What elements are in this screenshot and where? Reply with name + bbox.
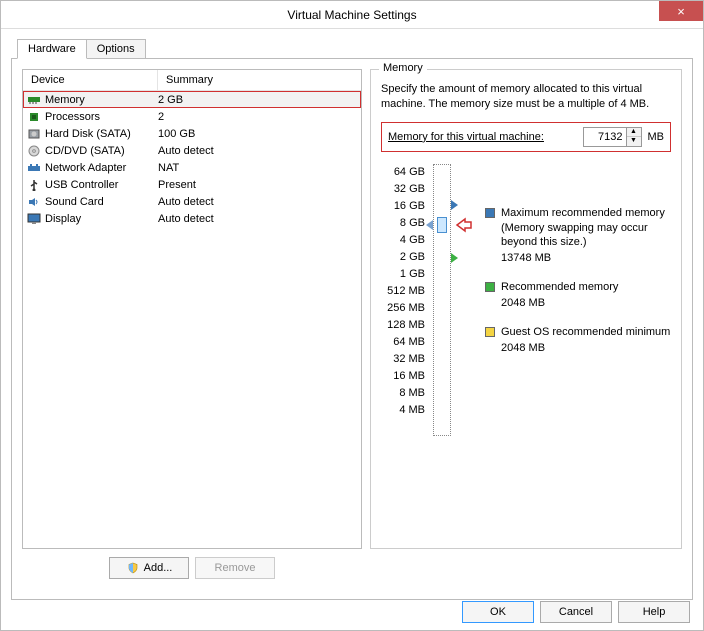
device-summary: Present xyxy=(158,179,357,191)
remove-button: Remove xyxy=(195,557,275,579)
slider-tick: 32 GB xyxy=(394,181,425,198)
slider-tick: 16 MB xyxy=(393,368,425,385)
remove-label: Remove xyxy=(215,562,256,574)
legend-max-value: 13748 MB xyxy=(501,252,671,264)
swatch-rec xyxy=(485,282,495,292)
slider-tick: 4 GB xyxy=(400,232,425,249)
slider-tick: 64 GB xyxy=(394,164,425,181)
slider-tick: 512 MB xyxy=(387,283,425,300)
memory-unit: MB xyxy=(648,131,665,143)
slider-tick: 8 MB xyxy=(399,385,425,402)
device-name: Sound Card xyxy=(45,196,104,208)
net-icon xyxy=(27,162,41,174)
legend-guest-value: 2048 MB xyxy=(501,342,671,354)
slider-thumb[interactable] xyxy=(437,217,447,233)
device-row-cd[interactable]: CD/DVD (SATA) Auto detect xyxy=(23,142,361,159)
memory-description: Specify the amount of memory allocated t… xyxy=(381,82,671,112)
device-name: CD/DVD (SATA) xyxy=(45,145,125,157)
slider-tick: 256 MB xyxy=(387,300,425,317)
device-list: Device Summary Memory 2 GB Processors 2 Hard… xyxy=(22,69,362,549)
slider-tick: 2 GB xyxy=(400,249,425,266)
device-row-display[interactable]: Display Auto detect xyxy=(23,210,361,227)
legend-rec-value: 2048 MB xyxy=(501,297,671,309)
marker-current xyxy=(426,220,433,230)
device-row-cpu[interactable]: Processors 2 xyxy=(23,108,361,125)
device-name: Memory xyxy=(45,94,85,106)
col-device[interactable]: Device xyxy=(23,70,158,90)
device-name: Processors xyxy=(45,111,100,123)
close-icon: × xyxy=(677,5,685,18)
col-summary[interactable]: Summary xyxy=(158,70,361,90)
sound-icon xyxy=(27,196,41,208)
memory-slider[interactable] xyxy=(433,164,451,436)
device-summary: 2 GB xyxy=(158,94,357,106)
device-name: Hard Disk (SATA) xyxy=(45,128,131,140)
slider-tick: 32 MB xyxy=(393,351,425,368)
tab-hardware[interactable]: Hardware xyxy=(17,39,87,59)
device-summary: Auto detect xyxy=(158,213,357,225)
memory-group: Memory Specify the amount of memory allo… xyxy=(370,69,682,549)
slider-tick: 16 GB xyxy=(394,198,425,215)
marker-recommended xyxy=(451,253,458,263)
slider-tick: 4 MB xyxy=(399,402,425,419)
spinner-down[interactable]: ▼ xyxy=(627,137,641,146)
device-summary: 100 GB xyxy=(158,128,357,140)
spinner-up[interactable]: ▲ xyxy=(627,128,641,137)
swatch-max xyxy=(485,208,495,218)
legend-rec-title: Recommended memory xyxy=(501,280,618,295)
memory-spinner[interactable]: ▲ ▼ xyxy=(583,127,642,147)
ok-button[interactable]: OK xyxy=(462,601,534,623)
cancel-button[interactable]: Cancel xyxy=(540,601,612,623)
device-summary: NAT xyxy=(158,162,357,174)
device-row-net[interactable]: Network Adapter NAT xyxy=(23,159,361,176)
usb-icon xyxy=(27,179,41,191)
device-name: Network Adapter xyxy=(45,162,126,174)
add-label: Add... xyxy=(144,562,173,574)
legend-max-note: (Memory swapping may occur beyond this s… xyxy=(501,221,671,251)
memory-icon xyxy=(27,94,41,106)
help-button[interactable]: Help xyxy=(618,601,690,623)
legend-max-title: Maximum recommended memory xyxy=(501,206,671,221)
cd-icon xyxy=(27,145,41,157)
cpu-icon xyxy=(27,111,41,123)
device-name: USB Controller xyxy=(45,179,118,191)
device-summary: 2 xyxy=(158,111,357,123)
device-row-usb[interactable]: USB Controller Present xyxy=(23,176,361,193)
red-arrow-icon xyxy=(455,216,475,237)
hdd-icon xyxy=(27,128,41,140)
slider-tick: 8 GB xyxy=(400,215,425,232)
window-title: Virtual Machine Settings xyxy=(287,8,416,22)
legend-guest-title: Guest OS recommended minimum xyxy=(501,325,670,340)
marker-max xyxy=(451,200,458,210)
close-button[interactable]: × xyxy=(659,1,703,21)
shield-icon xyxy=(126,562,140,574)
slider-tick-labels: 64 GB 32 GB 16 GB 8 GB 4 GB 2 GB 1 GB 51… xyxy=(381,164,425,436)
memory-input-label: Memory for this virtual machine: xyxy=(388,131,544,143)
memory-value-input[interactable] xyxy=(584,129,626,145)
memory-group-title: Memory xyxy=(379,62,427,74)
slider-tick: 64 MB xyxy=(393,334,425,351)
device-summary: Auto detect xyxy=(158,196,357,208)
add-button[interactable]: Add... xyxy=(109,557,189,579)
device-row-memory[interactable]: Memory 2 GB xyxy=(23,91,361,108)
slider-tick: 128 MB xyxy=(387,317,425,334)
tab-options[interactable]: Options xyxy=(86,39,146,59)
device-summary: Auto detect xyxy=(158,145,357,157)
device-name: Display xyxy=(45,213,81,225)
memory-input-row: Memory for this virtual machine: ▲ ▼ MB xyxy=(381,122,671,152)
display-icon xyxy=(27,213,41,225)
device-row-sound[interactable]: Sound Card Auto detect xyxy=(23,193,361,210)
slider-tick: 1 GB xyxy=(400,266,425,283)
swatch-guest xyxy=(485,327,495,337)
device-row-hdd[interactable]: Hard Disk (SATA) 100 GB xyxy=(23,125,361,142)
